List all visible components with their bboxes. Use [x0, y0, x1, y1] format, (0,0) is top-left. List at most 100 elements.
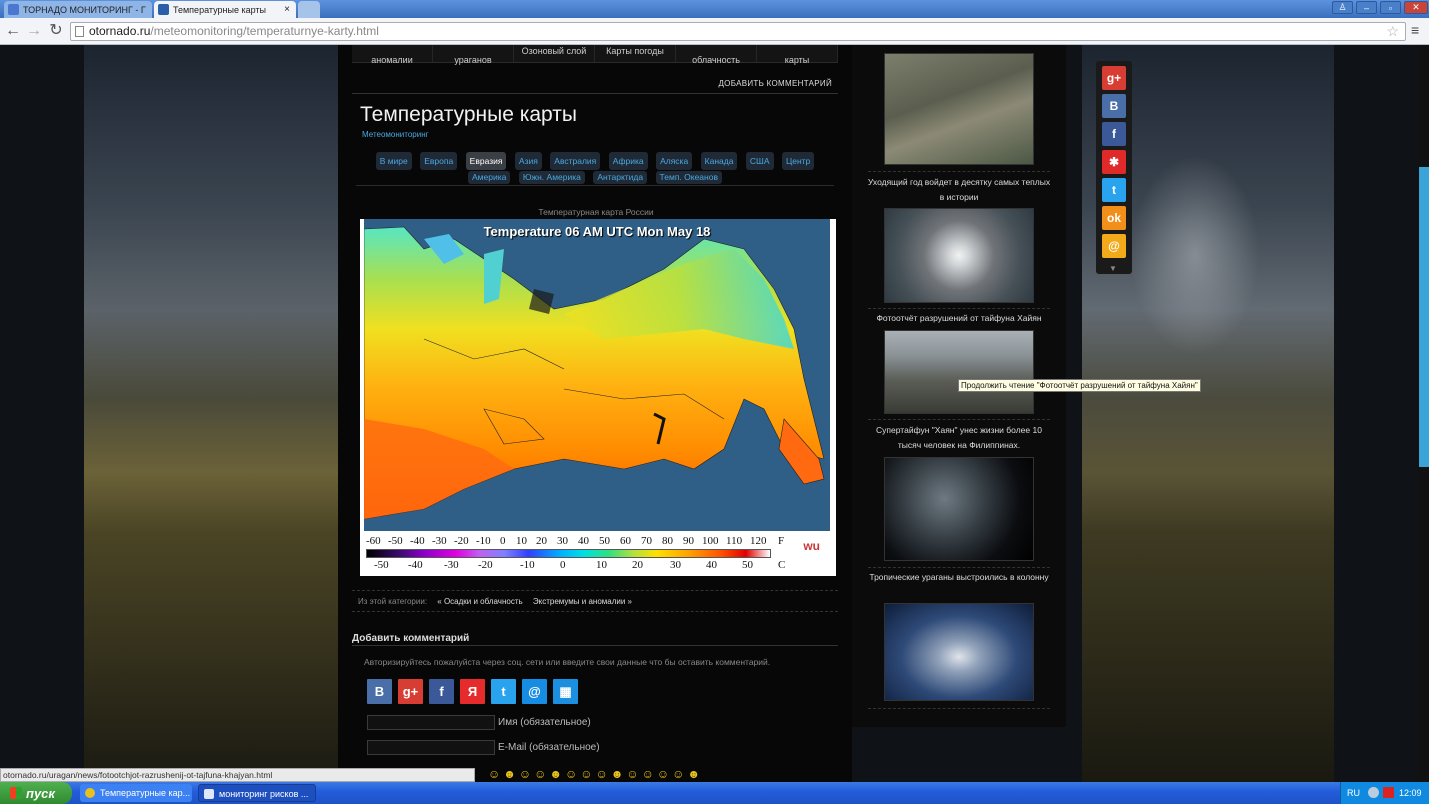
chrome-icon [85, 788, 95, 798]
page-icon [75, 26, 84, 37]
language-indicator[interactable]: RU [1347, 782, 1360, 804]
bookmark-star-icon[interactable]: ☆ [1386, 23, 1399, 40]
news-title[interactable]: Уходящий год войдет в десятку самых тепл… [866, 175, 1052, 205]
tab-asia[interactable]: Азия [514, 152, 542, 170]
google-plus-icon[interactable]: g+ [1102, 66, 1126, 90]
scrollbar-thumb[interactable] [1419, 167, 1429, 467]
colorbar [366, 549, 771, 558]
tab-label: Температурные карты [173, 4, 266, 15]
top-navigation: аномалии ураганов Озоновый слой Карты по… [352, 45, 838, 65]
tab-africa[interactable]: Африка [608, 152, 648, 170]
yandex-icon[interactable]: Я [460, 679, 485, 704]
vkontakte-icon[interactable]: B [1102, 94, 1126, 118]
tab-central-america[interactable]: Центр [781, 152, 815, 170]
taskbar-item-chrome[interactable]: Температурные кар... [80, 784, 192, 802]
divider [868, 171, 1050, 172]
share-bar: g+ B f ✱ t ok @ ▼ [1096, 61, 1132, 274]
network-icon[interactable] [1368, 787, 1379, 798]
tab-europe[interactable]: Европа [420, 152, 458, 170]
news-thumbnail[interactable] [884, 53, 1034, 165]
status-url: otornado.ru/uragan/news/fotootchjot-razr… [0, 768, 475, 782]
temperature-scale: -60 -50 -40 -30 -20 -10 0 10 20 30 40 50… [366, 535, 820, 571]
tab-south-america[interactable]: Южн. Америка [518, 171, 585, 184]
divider [868, 419, 1050, 420]
divider [868, 567, 1050, 568]
back-arrow-icon[interactable]: ← [4, 22, 22, 40]
tab-antarctica[interactable]: Антарктида [593, 171, 648, 184]
close-icon[interactable]: × [278, 4, 290, 15]
nav-item[interactable]: облачность [676, 45, 757, 65]
tab-ocean-temp[interactable]: Темп. Океанов [655, 171, 722, 184]
facebook-icon[interactable]: f [429, 679, 454, 704]
antivirus-icon[interactable] [1383, 787, 1394, 798]
next-article-link[interactable]: Экстремумы и аномалии » [533, 597, 632, 606]
tab-world[interactable]: В мире [375, 152, 412, 170]
email-field[interactable] [367, 740, 495, 755]
user-icon[interactable]: ♙ [1332, 1, 1353, 14]
news-thumbnail[interactable] [884, 330, 1034, 414]
smiley-icons[interactable]: ☺☻☺☺☻☺☺☺☻☺☺☺☺☻ [488, 767, 703, 781]
main-content: аномалии ураганов Озоновый слой Карты по… [338, 45, 852, 782]
news-thumbnail[interactable] [884, 457, 1034, 561]
name-field[interactable] [367, 715, 495, 730]
background-tornado [1130, 155, 1260, 355]
new-tab-button[interactable] [298, 1, 320, 18]
chevron-down-icon[interactable]: ▼ [1109, 264, 1117, 273]
nav-item[interactable]: карты [757, 45, 838, 65]
social-login-buttons: B g+ f Я t @ ▦ [367, 679, 578, 704]
page-title: Температурные карты [360, 103, 577, 126]
tab-central-america-cont[interactable]: Америка [468, 171, 511, 184]
close-window-button[interactable]: ✕ [1404, 1, 1428, 14]
tab-eurasia[interactable]: Евразия [465, 152, 507, 170]
tab-usa[interactable]: США [745, 152, 774, 170]
tab-alaska[interactable]: Аляска [656, 152, 693, 170]
browser-tab-temperature[interactable]: Температурные карты × [154, 1, 296, 18]
url-input[interactable]: otornado.ru/meteomonitoring/temperaturny… [70, 22, 1406, 41]
news-thumbnail[interactable] [884, 603, 1034, 701]
news-thumbnail[interactable] [884, 208, 1034, 303]
start-button[interactable]: пуск [0, 782, 72, 804]
prev-article-link[interactable]: « Осадки и облачность [437, 597, 522, 606]
news-title[interactable]: Тропические ураганы выстроились в колонн… [866, 570, 1052, 585]
odnoklassniki-icon[interactable]: ok [1102, 206, 1126, 230]
mailru-icon[interactable]: @ [1102, 234, 1126, 258]
url-path: /meteomonitoring/temperaturnye-karty.htm… [150, 24, 379, 38]
moimir-icon[interactable]: ✱ [1102, 150, 1126, 174]
windows-taskbar: пуск Температурные кар... мониторинг рис… [0, 782, 1429, 804]
windows-live-icon[interactable]: ▦ [553, 679, 578, 704]
nav-item[interactable]: Озоновый слой [514, 45, 595, 62]
clock: 12:09 [1399, 788, 1422, 798]
forward-arrow-icon[interactable]: → [25, 22, 43, 40]
tab-canada[interactable]: Канада [700, 152, 738, 170]
maximize-button[interactable]: ▫ [1380, 1, 1401, 14]
facebook-icon[interactable]: f [1102, 122, 1126, 146]
google-plus-icon[interactable]: g+ [398, 679, 423, 704]
tab-australia[interactable]: Австралия [550, 152, 601, 170]
from-category-label: Из этой категории: [358, 597, 428, 606]
twitter-icon[interactable]: t [1102, 178, 1126, 202]
news-title[interactable]: Супертайфун "Хаян" унес жизни более 10 т… [866, 423, 1052, 453]
breadcrumb-category-link[interactable]: Метеомониторинг [362, 130, 429, 139]
mailru-icon[interactable]: @ [522, 679, 547, 704]
word-document-icon [204, 789, 214, 799]
web-page: аномалии ураганов Озоновый слой Карты по… [0, 45, 1429, 782]
add-comment-link[interactable]: ДОБАВИТЬ КОММЕНТАРИЙ [718, 79, 832, 88]
auth-instructions: Авторизируйтесь пожалуйста через соц. се… [364, 657, 771, 667]
nav-item[interactable]: ураганов [433, 45, 514, 65]
nav-item[interactable]: аномалии [352, 45, 433, 65]
temperature-map: Temperature 06 AM UTC Mon May 18 -60 -50… [360, 219, 836, 576]
close-icon[interactable]: × [146, 4, 153, 15]
taskbar-item-word[interactable]: мониторинг рисков ... [198, 784, 316, 802]
menu-icon[interactable]: ≡ [1411, 22, 1419, 38]
twitter-icon[interactable]: t [491, 679, 516, 704]
news-title[interactable]: Фотоотчёт разрушений от тайфуна Хайян [866, 311, 1052, 326]
browser-tab-tornado[interactable]: ТОРНАДО МОНИТОРИНГ - Г × [4, 1, 152, 18]
minimize-button[interactable]: – [1356, 1, 1377, 14]
address-toolbar: ← → ↻ otornado.ru/meteomonitoring/temper… [0, 18, 1429, 45]
divider [868, 708, 1050, 709]
vkontakte-icon[interactable]: B [367, 679, 392, 704]
name-label: Имя (обязательное) [498, 717, 591, 728]
nav-item[interactable]: Карты погоды [595, 45, 676, 62]
map-landmass [364, 226, 825, 520]
reload-icon[interactable]: ↻ [47, 22, 65, 40]
